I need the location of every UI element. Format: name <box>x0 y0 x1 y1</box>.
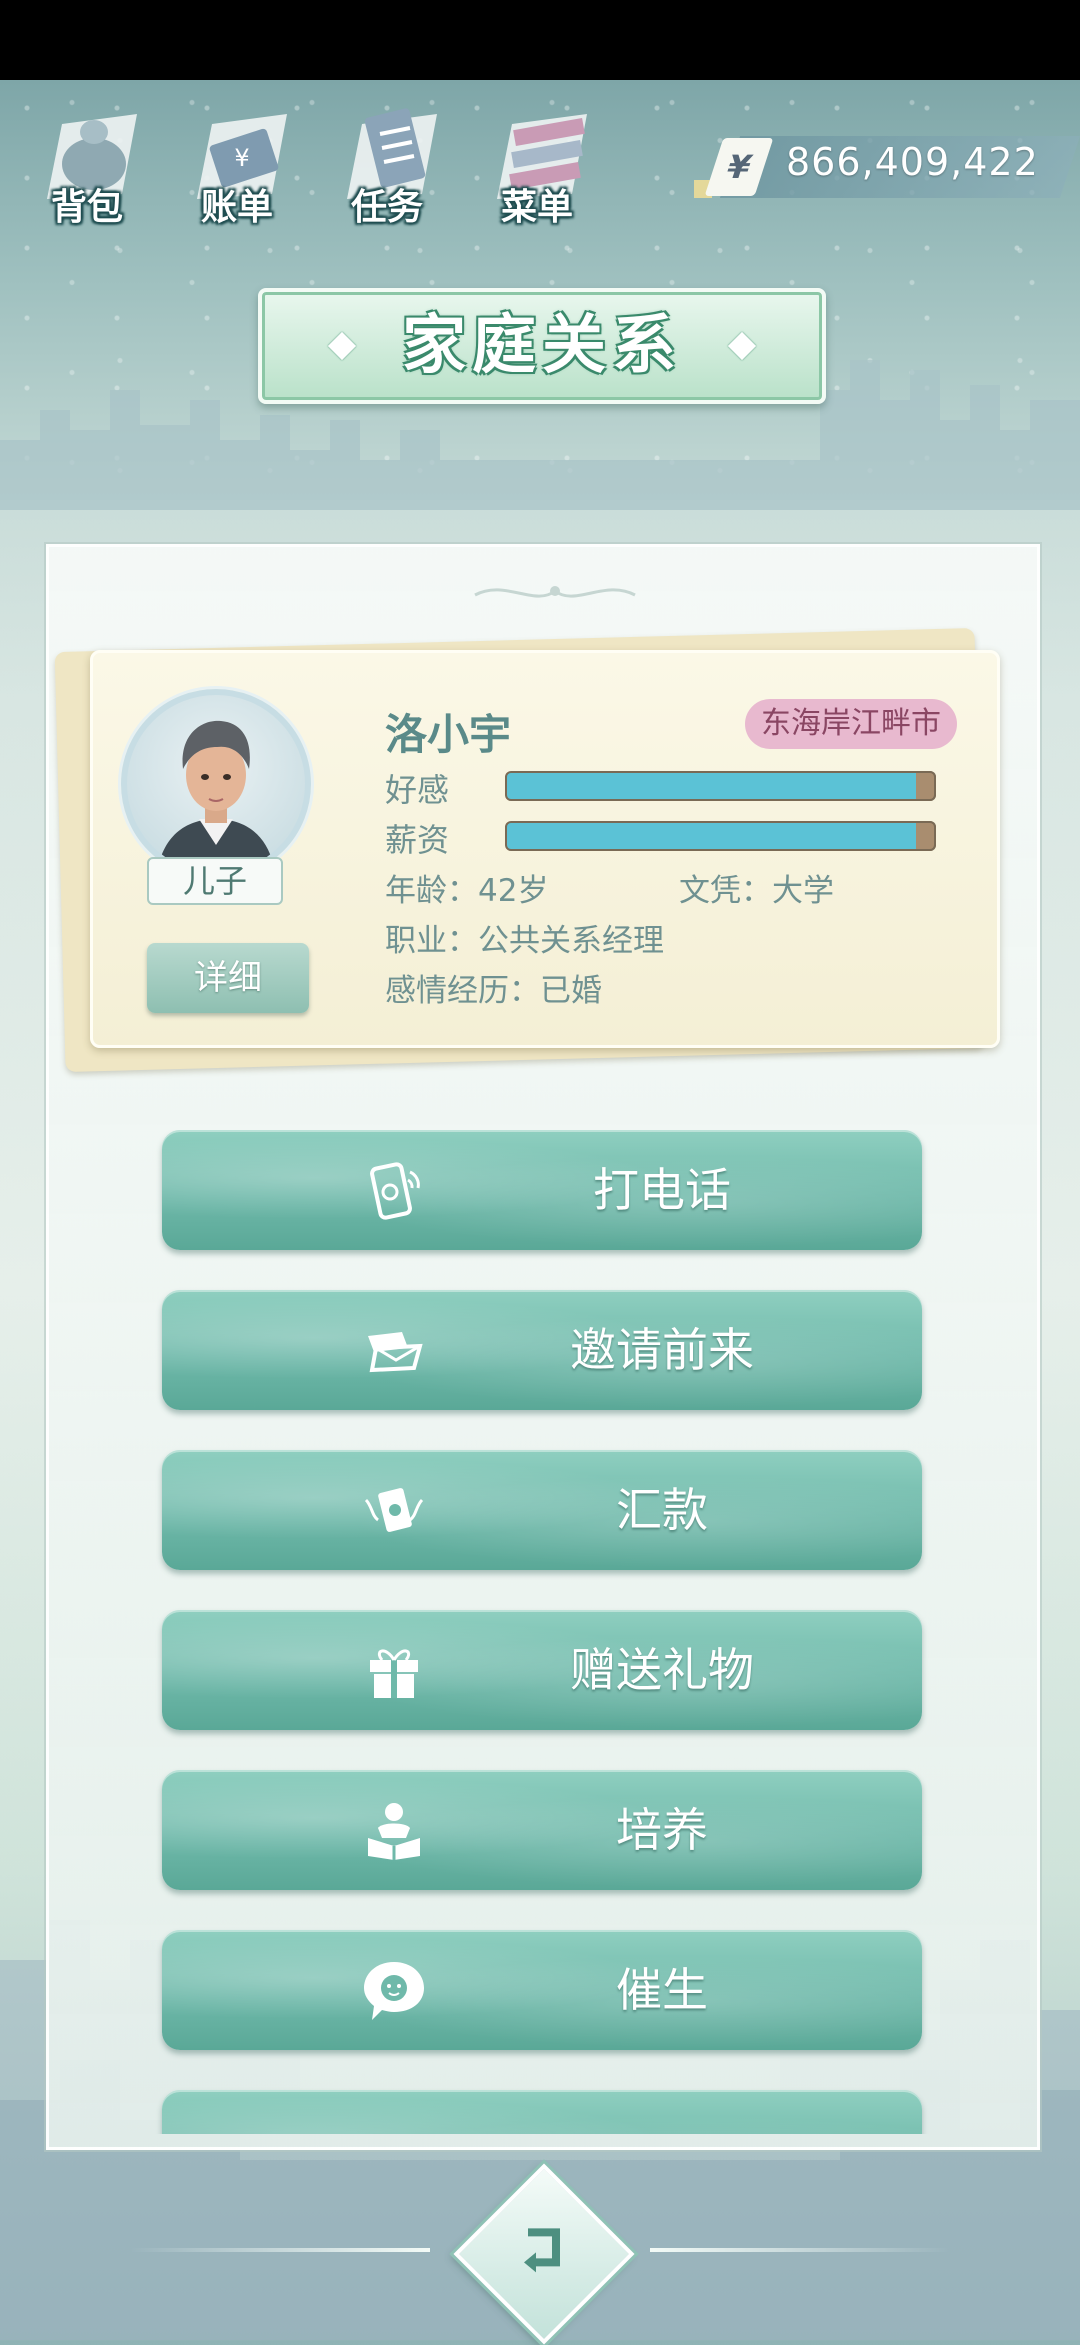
remit-label: 汇款 <box>616 1483 708 1537</box>
avatar <box>121 689 311 879</box>
detail-button[interactable]: 详细 <box>147 943 309 1013</box>
urge-child-button[interactable]: 催生 <box>162 1930 922 2050</box>
money-transfer-icon <box>364 1488 424 1532</box>
gift-button[interactable]: 赠送礼物 <box>162 1610 922 1730</box>
reading-person-icon <box>368 1803 420 1860</box>
gift-label: 赠送礼物 <box>570 1643 754 1697</box>
gift-icon <box>370 1649 418 1698</box>
baby-bubble-icon <box>364 1962 424 2020</box>
salary-bar-end <box>916 821 936 851</box>
location-badge: 东海岸江畔市 <box>745 699 957 749</box>
action-list[interactable]: 打电话 邀请前来 汇款 赠送礼物 培养 催生 <box>0 1130 1080 2134</box>
nav-menu-button[interactable]: 菜单 <box>472 88 602 238</box>
nav-bag-button[interactable]: 背包 <box>22 88 152 238</box>
back-decoration-left <box>130 2248 430 2252</box>
affection-bar <box>505 771 936 801</box>
flourish-ornament-icon <box>474 586 636 598</box>
age-info: 年龄：42岁 <box>385 873 549 909</box>
salary-label: 薪资 <box>385 821 450 859</box>
nurture-label: 培养 <box>616 1803 708 1857</box>
remit-button[interactable]: 汇款 <box>162 1450 922 1570</box>
status-bar <box>0 0 1080 80</box>
education-info: 文凭：大学 <box>679 873 834 909</box>
affection-label: 好感 <box>385 771 450 809</box>
character-portrait-icon <box>157 720 275 873</box>
call-label: 打电话 <box>593 1163 731 1217</box>
nav-bill-label: 账单 <box>200 187 273 228</box>
call-button[interactable]: 打电话 <box>162 1130 922 1250</box>
money-display: ¥ 866,409,422 <box>690 130 1080 210</box>
phone-icon <box>370 1162 420 1220</box>
back-decoration-right <box>650 2248 950 2252</box>
nav-task-button[interactable]: 任务 <box>322 88 452 238</box>
nav-menu-label: 菜单 <box>500 187 573 228</box>
urge-child-label: 催生 <box>616 1963 708 2017</box>
profile-card: 儿子 详细 洛小宇 东海岸江畔市 好感 薪资 年龄：42岁 文凭：大学 职业：公… <box>90 650 1000 1048</box>
relationship-info: 感情经历：已婚 <box>385 973 602 1009</box>
money-amount: 866,409,422 <box>786 140 1039 184</box>
invite-letter-icon <box>368 1332 423 1373</box>
affection-bar-end <box>916 771 936 801</box>
next-action-button-partial[interactable] <box>162 2090 922 2134</box>
character-name: 洛小宇 <box>385 710 512 759</box>
return-arrow-icon <box>524 2228 560 2273</box>
svg-text:¥: ¥ <box>234 144 249 172</box>
invite-label: 邀请前来 <box>570 1323 754 1377</box>
salary-bar <box>505 821 936 851</box>
nav-bag-label: 背包 <box>50 187 123 228</box>
page-title-banner: 家庭关系 <box>258 288 826 404</box>
nav-bill-button[interactable]: ¥ 账单 <box>172 88 302 238</box>
invite-button[interactable]: 邀请前来 <box>162 1290 922 1410</box>
relation-tag: 儿子 <box>147 857 283 905</box>
nurture-button[interactable]: 培养 <box>162 1770 922 1890</box>
job-info: 职业：公共关系经理 <box>385 923 664 959</box>
nav-task-label: 任务 <box>350 187 423 228</box>
